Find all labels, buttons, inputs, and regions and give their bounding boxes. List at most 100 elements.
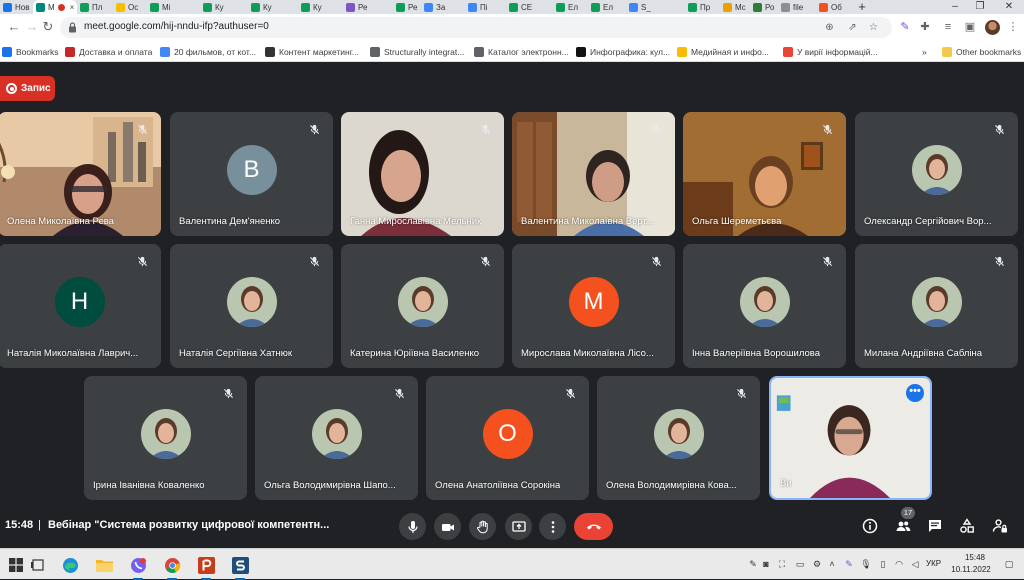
bookmark-item[interactable]: Доставка и оплата — [65, 45, 152, 58]
browser-tab[interactable]: Ку — [248, 0, 298, 14]
browser-tab[interactable]: Об — [816, 0, 850, 14]
viber-icon[interactable] — [127, 554, 149, 580]
participant-tile[interactable]: M Мирослава Миколаївна Лісо... — [512, 244, 675, 368]
participant-tile[interactable]: Милана Андріївна Сабліна — [855, 244, 1018, 368]
self-tile-more-button[interactable]: ••• — [906, 384, 924, 402]
reload-icon[interactable]: ↻ — [38, 17, 58, 37]
participant-tile[interactable]: Ірина Іванівна Коваленко — [84, 376, 247, 500]
bookmark-item[interactable]: Bookmarks — [2, 45, 59, 58]
bookmark-item[interactable]: У вирії інформацій... — [783, 45, 878, 58]
pen-extension-tray-icon[interactable]: ✎ — [843, 558, 855, 570]
bookmark-item[interactable]: Медийная и инфо... — [677, 45, 769, 58]
bookmark-item[interactable]: Structurally integrat... — [370, 45, 464, 58]
browser-tab[interactable]: Ре — [343, 0, 393, 14]
pen-tray-icon[interactable]: ✎ — [747, 558, 759, 570]
share-icon[interactable]: ⇗ — [845, 20, 860, 35]
system-time[interactable]: 15:48 — [955, 553, 995, 562]
display-tray-icon[interactable]: ▭ — [794, 558, 806, 570]
settings-tray-icon[interactable]: ⚙ — [811, 558, 823, 570]
recording-badge[interactable]: Запис — [0, 76, 55, 101]
browser-tab[interactable]: Mc — [720, 0, 750, 14]
notifications-icon[interactable]: ▢ — [1003, 558, 1015, 570]
camera-tray-icon[interactable]: ◙ — [760, 558, 772, 570]
restore-button[interactable]: ❐ — [965, 0, 995, 14]
profile-avatar[interactable] — [985, 20, 1000, 35]
browser-tab[interactable]: Ре — [393, 0, 421, 14]
back-icon[interactable]: ← — [4, 17, 24, 37]
more-options-button[interactable] — [539, 513, 566, 540]
bookmark-item[interactable]: 20 фильмов, от кот... — [160, 45, 256, 58]
chat-button[interactable] — [925, 516, 945, 536]
participant-tile[interactable]: B Валентина Дем'яненко — [170, 112, 333, 236]
browser-tab[interactable]: Пл — [77, 0, 113, 14]
participant-tile[interactable]: O Олена Анатоліївна Сорокіна — [426, 376, 589, 500]
install-app-icon[interactable]: ⊕ — [822, 20, 837, 35]
pen-extension-icon[interactable]: ✎ — [897, 19, 913, 35]
participant-tile[interactable]: Олена Миколаївна Рева — [0, 112, 161, 236]
participant-tile[interactable]: H Наталія Миколаївна Лаврич... — [0, 244, 161, 368]
microphone-tray-icon[interactable]: 🎙︎ — [860, 558, 872, 570]
participant-tile[interactable]: Валентина Миколаївна Верт... — [512, 112, 675, 236]
browser-tab[interactable]: М × — [33, 0, 77, 14]
file-explorer-icon[interactable] — [93, 554, 115, 576]
browser-tab[interactable]: S_ — [626, 0, 685, 14]
battery-tray-icon[interactable]: ▯ — [877, 558, 889, 570]
volume-tray-icon[interactable]: ◁ — [909, 558, 921, 570]
browser-tab[interactable]: Ел — [553, 0, 588, 14]
side-panel-icon[interactable]: ▣ — [962, 19, 978, 35]
powerpoint-icon[interactable] — [195, 554, 217, 580]
participant-tile[interactable]: Ольга Шереметьєва — [683, 112, 846, 236]
browser-tab[interactable]: За — [421, 0, 465, 14]
present-screen-button[interactable] — [505, 513, 532, 540]
browser-tab[interactable]: Нов — [0, 0, 33, 14]
browser-tab[interactable]: СЕ — [506, 0, 553, 14]
close-window-button[interactable]: ✕ — [994, 0, 1024, 14]
browser-tab[interactable]: Ку — [200, 0, 248, 14]
chrome-icon[interactable] — [161, 554, 183, 580]
people-button[interactable] — [893, 516, 913, 536]
system-date[interactable]: 10.11.2022 — [947, 565, 995, 574]
microphone-button[interactable] — [399, 513, 426, 540]
input-language[interactable]: УКР — [926, 559, 941, 568]
windows-start-icon[interactable] — [5, 554, 27, 576]
url-text[interactable]: meet.google.com/hij-nndu-ifp?authuser=0 — [84, 21, 269, 32]
browser-tab[interactable]: Пр — [685, 0, 720, 14]
participant-tile[interactable]: Ганна Мирославівна Мельник — [341, 112, 504, 236]
browser-tab[interactable]: Ос — [113, 0, 147, 14]
wifi-tray-icon[interactable]: ◠ — [893, 558, 905, 570]
browser-tab[interactable]: Ку — [298, 0, 343, 14]
browser-tab[interactable]: Пі — [465, 0, 506, 14]
browser-tab[interactable]: Ел — [588, 0, 626, 14]
browser-tab[interactable]: file — [778, 0, 816, 14]
participant-tile[interactable]: Наталія Сергіївна Хатнюк — [170, 244, 333, 368]
address-bar[interactable]: meet.google.com/hij-nndu-ifp?authuser=0 … — [60, 17, 892, 38]
bookmarks-overflow-button[interactable]: » — [922, 45, 927, 58]
screenshot-tray-icon[interactable]: ⛶ — [776, 558, 788, 570]
browser-tab[interactable]: Ро — [750, 0, 778, 14]
new-tab-button[interactable]: + — [855, 0, 869, 14]
media-controls-icon[interactable]: ≡ — [940, 19, 956, 35]
show-hidden-icons[interactable]: ˄ — [826, 558, 838, 570]
bookmark-item[interactable]: Каталог электронн... — [474, 45, 569, 58]
browser-tab[interactable]: Мі — [147, 0, 200, 14]
activities-button[interactable] — [957, 516, 977, 536]
participant-tile[interactable]: Катерина Юріївна Василенко — [341, 244, 504, 368]
participant-tile[interactable]: Інна Валеріївна Ворошилова — [683, 244, 846, 368]
bookmark-star-icon[interactable]: ☆ — [866, 20, 881, 35]
edge-browser-icon[interactable] — [59, 554, 81, 576]
end-call-button[interactable] — [574, 513, 613, 540]
host-controls-button[interactable] — [990, 516, 1010, 536]
other-bookmarks-folder[interactable]: Other bookmarks — [942, 45, 1021, 58]
raise-hand-button[interactable] — [469, 513, 496, 540]
screen-recorder-icon[interactable] — [229, 554, 251, 580]
camera-button[interactable] — [434, 513, 461, 540]
bookmark-item[interactable]: Контент маркетинг... — [265, 45, 359, 58]
participant-tile[interactable]: Ольга Володимирівна Шапо... — [255, 376, 418, 500]
tab-close-icon[interactable]: × — [70, 3, 75, 12]
participant-tile[interactable]: Олександр Сергійович Вор... — [855, 112, 1018, 236]
extensions-puzzle-icon[interactable]: ✚ — [917, 19, 933, 35]
participant-tile[interactable]: Олена Володимирівна Кова... — [597, 376, 760, 500]
bookmark-item[interactable]: Инфографика: кул... — [576, 45, 670, 58]
self-video-tile[interactable]: ••• Ви — [769, 376, 932, 500]
task-view-icon[interactable] — [27, 554, 49, 576]
